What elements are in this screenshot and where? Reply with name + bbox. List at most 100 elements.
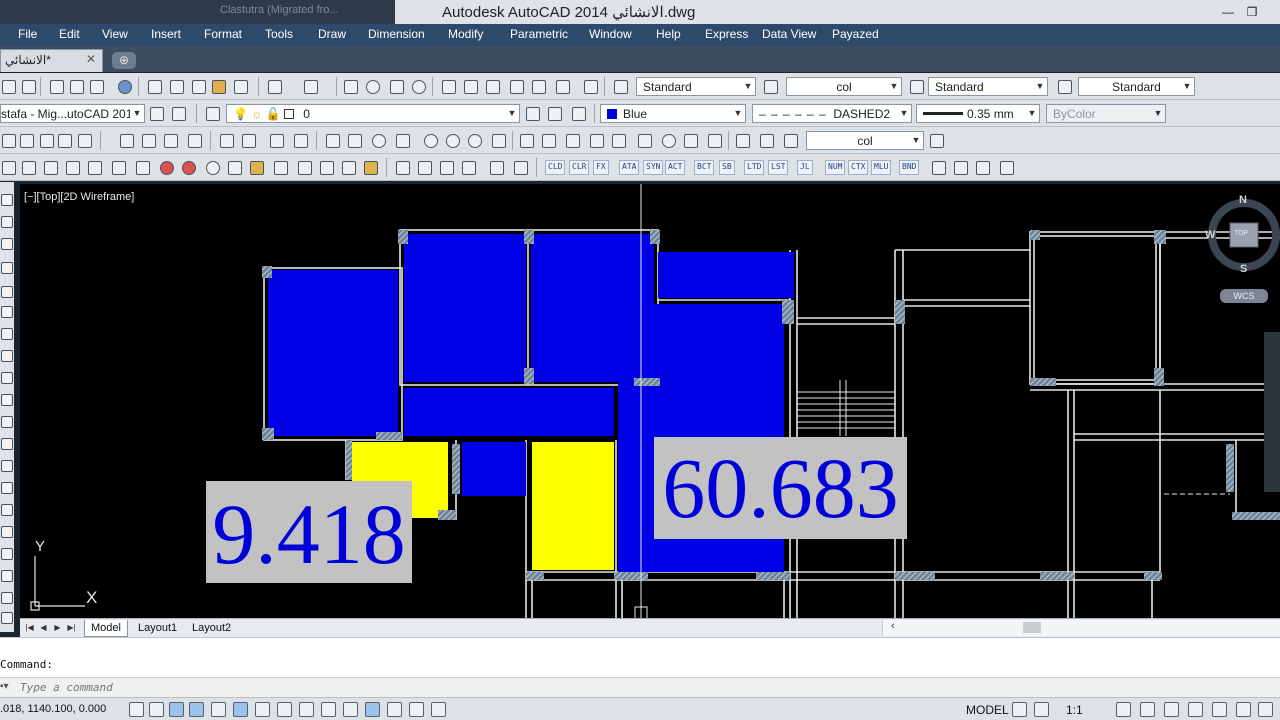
viewcube-west[interactable]: W xyxy=(1205,229,1215,241)
mtext-icon[interactable] xyxy=(1,592,13,604)
minimize-button[interactable]: — xyxy=(1216,2,1240,22)
zoom-window-icon[interactable] xyxy=(388,78,404,94)
ungroup-icon[interactable] xyxy=(18,132,34,148)
menu-edit[interactable]: Edit xyxy=(59,27,80,41)
quick-properties-icon[interactable] xyxy=(387,702,402,717)
text-front-icon[interactable] xyxy=(488,159,504,175)
make-block-icon[interactable] xyxy=(1,460,13,472)
next-tab-icon[interactable]: ▶ xyxy=(52,621,63,634)
express-lst-button[interactable]: LST xyxy=(768,160,789,175)
block-tool-icon[interactable] xyxy=(296,159,312,175)
viewcube-north[interactable]: N xyxy=(1239,194,1247,206)
dim-space-icon[interactable] xyxy=(588,132,604,148)
layer-previous-icon[interactable] xyxy=(546,105,562,121)
dim-jogged-icon[interactable] xyxy=(444,132,460,148)
dim-update-icon[interactable] xyxy=(782,132,798,148)
insert-tool-icon[interactable] xyxy=(272,159,288,175)
bring-above-icon[interactable] xyxy=(438,159,454,175)
menu-file[interactable]: File xyxy=(18,27,37,41)
annotation-scale[interactable]: 1:1 xyxy=(1066,703,1083,717)
hardware-acceleration-icon[interactable] xyxy=(1236,702,1251,717)
menu-view[interactable]: View xyxy=(102,27,128,41)
menu-insert[interactable]: Insert xyxy=(151,27,181,41)
tab-layout1[interactable]: Layout1 xyxy=(132,620,183,637)
continue-dim-icon[interactable] xyxy=(564,132,580,148)
hatch-back-icon[interactable] xyxy=(512,159,528,175)
polyline-tool-icon[interactable] xyxy=(20,159,36,175)
ellipse-icon[interactable] xyxy=(1,394,13,406)
express-bct-button[interactable]: BCT xyxy=(694,160,715,175)
undo-icon[interactable] xyxy=(266,78,282,94)
zoom-previous-icon[interactable] xyxy=(410,78,426,94)
tab-model[interactable]: Model xyxy=(84,620,128,637)
lock-ui-icon[interactable] xyxy=(1188,702,1203,717)
block-editor-icon[interactable] xyxy=(232,78,248,94)
navigation-bar[interactable] xyxy=(1264,332,1280,492)
snap-mode-icon[interactable] xyxy=(149,702,164,717)
plot-preview-icon[interactable] xyxy=(68,78,84,94)
layer-uniso-icon[interactable] xyxy=(140,132,156,148)
scroll-thumb[interactable] xyxy=(1023,622,1041,633)
insert-block-icon[interactable] xyxy=(1,438,13,450)
rectangle-icon[interactable] xyxy=(1,286,13,298)
tolerance-icon[interactable] xyxy=(636,132,652,148)
menu-parametric[interactable]: Parametric xyxy=(510,27,568,41)
dim-ordinate-icon[interactable] xyxy=(394,132,410,148)
text-edit-icon[interactable] xyxy=(952,159,968,175)
menu-draw[interactable]: Draw xyxy=(318,27,346,41)
ellipse-arc-icon[interactable] xyxy=(1,416,13,428)
paste-icon[interactable] xyxy=(190,78,206,94)
quick-dim-icon[interactable] xyxy=(518,132,534,148)
inspection-icon[interactable] xyxy=(682,132,698,148)
hatch-tool-icon[interactable] xyxy=(248,159,264,175)
express-act-button[interactable]: ACT xyxy=(665,160,686,175)
send-under-icon[interactable] xyxy=(460,159,476,175)
save-icon[interactable] xyxy=(20,78,36,94)
point-icon[interactable] xyxy=(1,482,13,494)
group-icon[interactable] xyxy=(0,132,16,148)
menu-help[interactable]: Help xyxy=(656,27,681,41)
line-tool-icon[interactable] xyxy=(0,159,16,175)
aligned-dim-icon[interactable] xyxy=(240,132,256,148)
center-mark-icon[interactable] xyxy=(660,132,676,148)
drawing-viewport[interactable]: 9.418 60.683 Y X xyxy=(20,184,1280,618)
mtext-tool-icon[interactable] xyxy=(362,159,378,175)
donut-tool-icon[interactable] xyxy=(180,159,196,175)
linear-dim-icon[interactable] xyxy=(218,132,234,148)
express-ltd-button[interactable]: LTD xyxy=(744,160,765,175)
color-select[interactable]: Blue ▼ xyxy=(600,104,746,123)
pan-icon[interactable] xyxy=(342,78,358,94)
group-selection-icon[interactable] xyxy=(56,132,72,148)
region-icon[interactable] xyxy=(1,548,13,560)
express-ctx-button[interactable]: CTX xyxy=(848,160,869,175)
workspace-switching-icon[interactable] xyxy=(1164,702,1179,717)
cut-icon[interactable] xyxy=(146,78,162,94)
horizontal-scrollbar[interactable]: ‹ xyxy=(882,620,1280,636)
table-style-icon[interactable] xyxy=(908,78,924,94)
multileader-style-select[interactable]: Standard ▼ xyxy=(1078,77,1195,96)
arc-length-icon[interactable] xyxy=(268,132,284,148)
baseline-dim-icon[interactable] xyxy=(540,132,556,148)
3d-print-icon[interactable] xyxy=(116,78,132,94)
attribute-tool-icon[interactable] xyxy=(318,159,334,175)
express-ata-button[interactable]: ATA xyxy=(619,160,640,175)
quickcalc-icon[interactable] xyxy=(554,78,570,94)
layer-off-icon[interactable] xyxy=(162,132,178,148)
command-customize-icon[interactable]: ▪▾ xyxy=(0,681,9,692)
coordinates-readout[interactable]: .018, 1140.100, 0.000 xyxy=(0,703,106,715)
hatch-icon[interactable] xyxy=(1,504,13,516)
plot-icon[interactable] xyxy=(48,78,64,94)
lineweight-display-icon[interactable] xyxy=(343,702,358,717)
add-selected-icon[interactable] xyxy=(1,612,13,624)
restore-button[interactable]: ❐ xyxy=(1240,2,1264,22)
arc-icon[interactable] xyxy=(1,306,13,318)
quick-view-layouts-icon[interactable] xyxy=(1012,702,1027,717)
file-tab[interactable]: الانشائي* ✕ xyxy=(0,49,103,72)
linetype-select[interactable]: – – – – – – DASHED2 ▼ xyxy=(752,104,912,123)
sheet-set-icon[interactable] xyxy=(508,78,524,94)
edit-tool-icon[interactable] xyxy=(340,159,356,175)
line-icon[interactable] xyxy=(1,194,13,206)
spline-icon[interactable] xyxy=(1,372,13,384)
table-style-select[interactable]: Standard ▼ xyxy=(928,77,1048,96)
publish-icon[interactable] xyxy=(88,78,104,94)
